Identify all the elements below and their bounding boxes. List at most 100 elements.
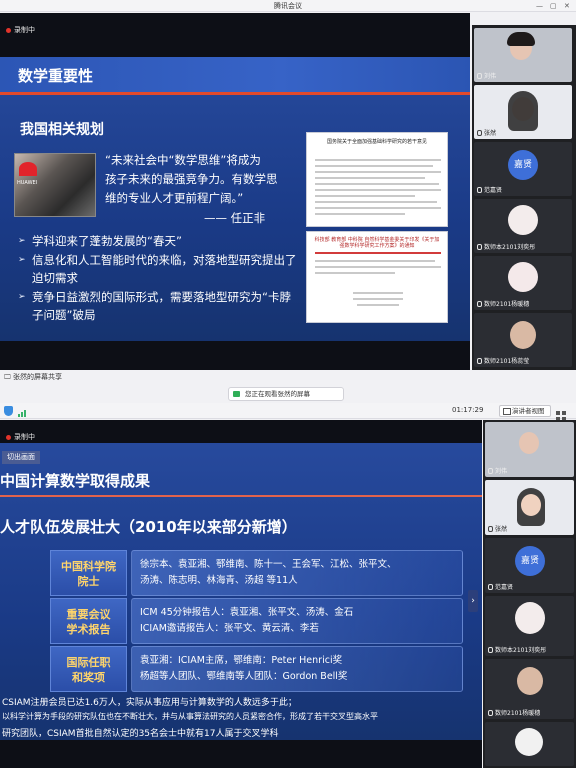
meeting-timer: 01:17:29	[452, 406, 484, 414]
mic-icon	[488, 526, 493, 532]
bullet-item: 学科迎来了蓬勃发展的“春天”	[18, 232, 300, 250]
viewing-label: 您正在观看张然的屏幕	[245, 390, 310, 398]
mic-icon	[477, 130, 482, 136]
logo-text: HUAWEI	[17, 180, 38, 186]
mic-icon	[477, 301, 482, 307]
document-heading: 国务院关于全面加强基础科学研究的若干意见	[326, 139, 427, 145]
document-image-1: 国务院关于全面加强基础科学研究的若干意见	[306, 132, 448, 227]
quote-line: “未来社会中“数学思维”将成为	[105, 153, 261, 167]
avatar	[515, 602, 545, 634]
document-heading: 科技部 教育部 中科院 自然科学基金委关于印发《关于加强数学科学研究工作方案》的…	[314, 237, 440, 249]
mic-icon	[488, 710, 493, 716]
participant-tile[interactable]: 刘伟	[485, 422, 574, 477]
participant-hair	[507, 32, 535, 46]
quote-text: “未来社会中“数学思维”将成为 孩子未来的最强竞争力。有数学思 维的专业人才更前…	[105, 151, 301, 208]
close-icon[interactable]: ✕	[564, 0, 570, 12]
mic-icon	[488, 468, 493, 474]
participant-name: 数师本2101刘奕彤	[477, 242, 535, 251]
screen-share-bar: 🖵 张然的屏幕共享	[0, 371, 576, 384]
title-divider	[0, 495, 482, 497]
recording-label: 录制中	[14, 433, 35, 441]
meeting-toolbar	[0, 403, 576, 419]
footer-line: CSIAM注册会员已达1.6万人，实际从事应用与计算数学的人数远多于此；	[2, 698, 297, 708]
participant-name: 范嘉贤	[488, 582, 513, 591]
expand-panel-button[interactable]: ›	[468, 590, 478, 612]
row-label: 国际任职 和奖项	[50, 646, 127, 692]
viewing-indicator[interactable]: 您正在观看张然的屏幕	[228, 387, 344, 401]
recording-indicator: 录制中	[6, 25, 35, 35]
huawei-logo-icon	[19, 162, 37, 176]
slide-subtitle: 人才队伍发展壮大（2010年以来部分新增）	[0, 518, 297, 536]
row-value: ICM 45分钟报告人：袁亚湘、张平文、汤涛、金石 ICIAM邀请报告人：张平文、…	[131, 598, 463, 644]
participant-name: 数师本2101刘奕彤	[488, 645, 546, 654]
participant-tile[interactable]: 数师2101杨蕊莹	[474, 313, 572, 367]
footer-line: 以科学计算为手段的研究队伍也在不断壮大，并与从事算法研究的人员紧密合作，形成了若…	[2, 712, 378, 721]
row-value: 徐宗本、袁亚湘、鄂维南、陈十一、王会军、江松、张平文、 汤涛、陈志明、林海青、汤超…	[131, 550, 463, 596]
participant-name: 刘伟	[488, 466, 507, 475]
screen-icon	[233, 391, 240, 397]
participant-name: 数师2101杨暖穗	[488, 708, 540, 717]
screen-share-label: 张然的屏幕共享	[12, 373, 62, 381]
row-label: 重要会议 学术报告	[50, 598, 127, 644]
row-label: 中国科学院 院士	[50, 550, 127, 596]
mic-icon	[488, 584, 493, 590]
participant-name: 张然	[477, 128, 496, 137]
mic-icon	[477, 358, 482, 364]
avatar	[508, 262, 538, 292]
screen-share-icon: 🖵	[4, 373, 13, 381]
participant-tile[interactable]: 数师本2101刘奕彤	[485, 596, 574, 656]
mic-icon	[477, 73, 482, 79]
presentation-slide: 数学重要性 我国相关规划 HUAWEI “未来社会中“数学思维”将成为 孩子未来…	[0, 57, 470, 341]
signal-icon	[18, 409, 30, 417]
participant-name: 数师2101杨暖穗	[477, 299, 529, 308]
avatar	[515, 728, 543, 756]
portrait-photo: HUAWEI	[14, 153, 96, 217]
quote-author: —— 任正非	[204, 211, 266, 225]
bullet-list: 学科迎来了蓬勃发展的“春天” 信息化和人工智能时代的来临，对落地型研究提出了迫切…	[18, 232, 300, 325]
avatar: 嘉贤	[508, 150, 538, 180]
document-image-2: 科技部 教育部 中科院 自然科学基金委关于印发《关于加强数学科学研究工作方案》的…	[306, 231, 448, 323]
participant-face	[519, 432, 539, 454]
bullet-item: 竞争日益激烈的国际形式，需要落地型研究为“卡脖子问题”破局	[18, 288, 300, 324]
participant-tile[interactable]: 数师2101杨暖穗	[485, 659, 574, 719]
slide-title: 数学重要性	[18, 67, 94, 85]
avatar: 嘉贤	[515, 546, 545, 576]
participant-name: 张然	[488, 524, 507, 533]
participant-name: 刘伟	[477, 71, 496, 80]
mic-icon	[477, 187, 482, 193]
record-dot-icon	[6, 27, 11, 33]
bullet-item: 信息化和人工智能时代的来临，对落地型研究提出了迫切需求	[18, 251, 300, 287]
minimize-icon[interactable]: —	[536, 0, 543, 12]
participant-tile[interactable]: 嘉贤 范嘉贤	[474, 142, 572, 196]
participant-name: 数师2101杨蕊莹	[477, 356, 529, 365]
mic-icon	[477, 244, 482, 250]
footer-line: 研究团队，CSIAM首批自然认定的35名会士中就有17人属于交叉学科	[2, 729, 279, 739]
participant-tile[interactable]: 张然	[474, 85, 572, 139]
avatar	[508, 205, 538, 235]
participant-tile[interactable]: 张然	[485, 480, 574, 535]
presenter-view-button[interactable]: 演讲者视图	[499, 405, 551, 417]
participant-face	[521, 494, 541, 516]
participant-tile[interactable]: 刘伟	[474, 28, 572, 82]
shield-icon[interactable]	[4, 406, 13, 416]
mic-icon	[488, 647, 493, 653]
slide-subtitle: 我国相关规划	[20, 122, 104, 138]
maximize-icon[interactable]: ▢	[550, 0, 557, 12]
window-title: 腾讯会议	[0, 0, 576, 12]
quote-line: 维的专业人才更前程广阔。”	[105, 191, 244, 205]
participant-tile[interactable]: 数师本2101刘奕彤	[474, 199, 572, 253]
participant-face	[510, 321, 536, 349]
slide-title: 中国计算数学取得成果	[0, 472, 151, 490]
presentation-slide: 切出画面 中国计算数学取得成果 人才队伍发展壮大（2010年以来部分新增） 中国…	[0, 443, 482, 740]
participant-tile[interactable]: 数师2101杨暖穗	[474, 256, 572, 310]
participant-tile[interactable]	[485, 722, 574, 766]
participant-face	[517, 667, 543, 695]
participant-tile[interactable]: 嘉贤 范嘉贤	[485, 538, 574, 593]
recording-indicator: 录制中	[6, 432, 35, 442]
slide-tag: 切出画面	[2, 451, 40, 464]
record-dot-icon	[6, 434, 11, 440]
grid-layout-icon[interactable]	[556, 406, 566, 421]
quote-line: 孩子未来的最强竞争力。有数学思	[105, 172, 278, 186]
row-value: 袁亚湘：ICIAM主席，鄂维南：Peter Henrici奖 杨超等人团队、鄂维南…	[131, 646, 463, 692]
participant-hair	[508, 91, 538, 131]
